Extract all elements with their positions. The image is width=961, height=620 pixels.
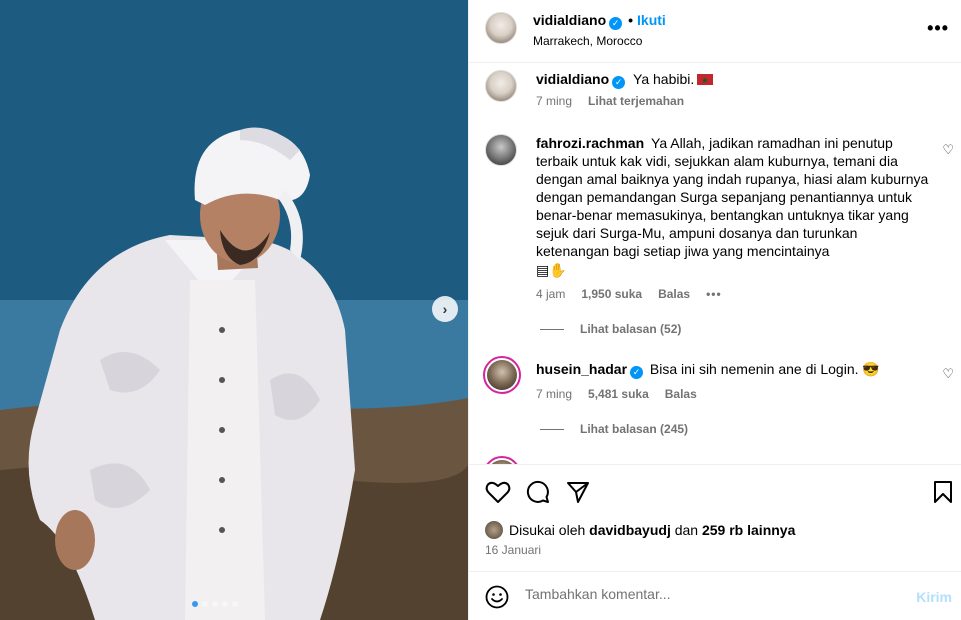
story-ring-avatar[interactable] xyxy=(483,356,521,394)
comment-meta: 4 jam 1,950 suka Balas ••• xyxy=(536,287,722,301)
morocco-flag-icon xyxy=(697,72,714,90)
caption-meta: 7 ming Lihat terjemahan xyxy=(536,94,684,108)
praying-hands-emoji-icon: ✋ xyxy=(549,263,567,279)
post-comment-button[interactable]: Kirim xyxy=(916,589,952,605)
caption-text: Ya habibi. xyxy=(633,71,695,87)
carousel-dot xyxy=(222,601,228,607)
likes-prefix: Disukai oleh xyxy=(509,522,586,538)
author-username[interactable]: vidialdiano xyxy=(533,12,606,28)
comment-like-icon[interactable]: ♡ xyxy=(942,366,954,382)
liker-avatar[interactable] xyxy=(485,521,503,539)
verified-badge-icon: ✓ xyxy=(630,366,644,379)
comment-input[interactable] xyxy=(525,586,905,602)
comment-like-icon[interactable]: ♡ xyxy=(942,142,954,158)
replies-line xyxy=(540,328,564,330)
verified-badge-icon: ✓ xyxy=(612,76,626,89)
likes-and: dan xyxy=(674,522,699,538)
post-header: vidialdiano ✓ • Ikuti Marrakech, Morocco ••… xyxy=(469,0,961,63)
comment-text: Ya Allah, jadikan ramadhan ini penutup t… xyxy=(536,135,929,259)
comment-time[interactable]: 7 ming xyxy=(536,387,572,401)
carousel-next-button[interactable]: › xyxy=(432,296,458,322)
comment-text: Bisa ini sih nemenin ane di Login. 😎 xyxy=(649,361,880,377)
reply-button[interactable]: Balas xyxy=(665,387,697,401)
emoji-picker-icon[interactable] xyxy=(485,585,509,609)
tasbih-emoji-icon: ▤ xyxy=(536,263,550,279)
share-send-icon[interactable] xyxy=(566,480,590,504)
comment-body: husein_hadar ✓ Bisa ini sih nemenin ane d… xyxy=(536,360,931,379)
author-info: vidialdiano ✓ • Ikuti Marrakech, Morocco xyxy=(533,12,666,48)
caption-time[interactable]: 7 ming xyxy=(536,94,572,108)
carousel-dot xyxy=(192,601,198,607)
comment-likes-count[interactable]: 1,950 suka xyxy=(581,287,642,301)
chevron-right-icon: › xyxy=(442,301,448,317)
carousel-dot xyxy=(212,601,218,607)
caption-avatar[interactable] xyxy=(485,70,517,102)
author-avatar[interactable] xyxy=(485,12,517,44)
more-options-icon[interactable]: ••• xyxy=(927,18,949,39)
liker-username[interactable]: davidbayudj xyxy=(589,522,671,538)
comment-avatar xyxy=(487,360,517,390)
photo-illustration xyxy=(0,0,468,620)
like-heart-icon[interactable] xyxy=(485,480,511,504)
reply-button[interactable]: Balas xyxy=(658,287,690,301)
comment-meta: 7 ming 5,481 suka Balas xyxy=(536,387,697,401)
carousel-dot xyxy=(232,601,238,607)
view-replies-label: Lihat balasan (52) xyxy=(580,322,682,336)
view-replies-label: Lihat balasan (245) xyxy=(580,422,689,436)
comment-options-icon[interactable]: ••• xyxy=(706,287,722,301)
comment-body: fahrozi.rachman Ya Allah, jadikan ramadh… xyxy=(536,134,931,280)
comment-username[interactable]: fahrozi.rachman xyxy=(536,135,644,151)
post-details-panel: vidialdiano ✓ • Ikuti Marrakech, Morocco ••… xyxy=(468,0,961,620)
comment-bubble-icon[interactable] xyxy=(526,480,550,504)
verified-badge-icon: ✓ xyxy=(609,17,623,30)
comment-likes-count[interactable]: 5,481 suka xyxy=(588,387,649,401)
comment-time[interactable]: 4 jam xyxy=(536,287,565,301)
post-actions: Disukai oleh davidbayudj dan 259 rb lain… xyxy=(469,464,961,571)
carousel-indicator xyxy=(192,601,238,607)
add-comment-bar: Kirim xyxy=(469,571,961,620)
comment-emoji-row: ▤✋ xyxy=(536,261,931,280)
replies-line xyxy=(540,428,564,430)
post-location[interactable]: Marrakech, Morocco xyxy=(533,34,666,48)
translate-button[interactable]: Lihat terjemahan xyxy=(588,94,684,108)
carousel-dot xyxy=(202,601,208,607)
likes-summary: Disukai oleh davidbayudj dan 259 rb lain… xyxy=(485,521,795,539)
view-replies-button[interactable]: Lihat balasan (52) xyxy=(540,322,681,336)
likes-others-count[interactable]: 259 rb lainnya xyxy=(702,522,795,538)
view-replies-button[interactable]: Lihat balasan (245) xyxy=(540,422,688,436)
follow-button[interactable]: Ikuti xyxy=(637,12,666,28)
comment-avatar[interactable] xyxy=(485,134,517,166)
comments-list: vidialdiano✓ Ya habibi. 7 ming Lihat ter… xyxy=(469,64,961,464)
caption-username[interactable]: vidialdiano xyxy=(536,71,609,87)
save-bookmark-icon[interactable] xyxy=(933,480,953,504)
post-photo[interactable]: › xyxy=(0,0,468,620)
caption-text-line: vidialdiano ✓ Ya habibi. xyxy=(536,70,931,90)
story-ring-avatar[interactable] xyxy=(483,456,521,464)
comment-username[interactable]: husein_hadar xyxy=(536,361,627,377)
separator-dot: • xyxy=(628,12,634,28)
post-date[interactable]: 16 Januari xyxy=(485,543,541,557)
